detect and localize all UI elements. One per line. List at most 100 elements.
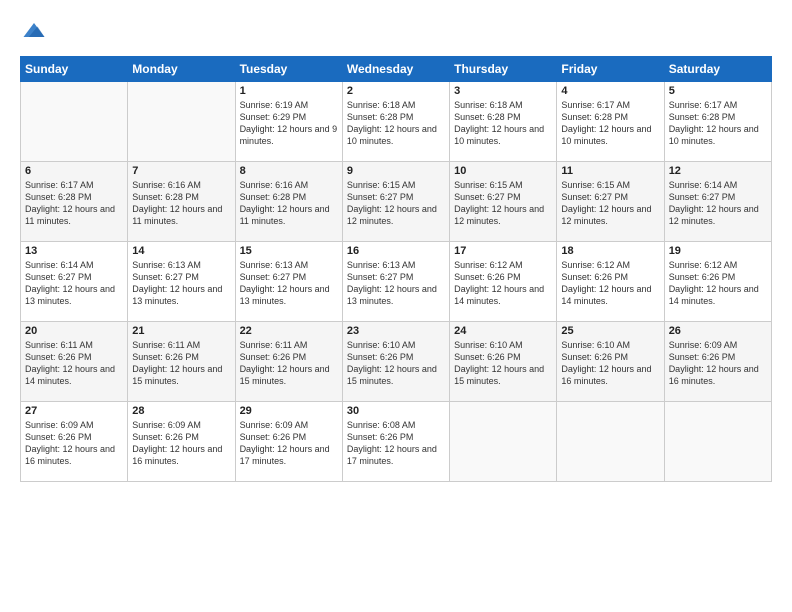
day-number: 19 bbox=[669, 245, 767, 257]
day-number: 15 bbox=[240, 245, 338, 257]
calendar-cell: 16 Sunrise: 6:13 AM Sunset: 6:27 PM Dayli… bbox=[342, 242, 449, 322]
calendar-cell: 29Sunrise: 6:09 AM Sunset: 6:26 PM Dayli… bbox=[235, 402, 342, 482]
day-number: 28 bbox=[132, 405, 230, 417]
day-info: Sunrise: 6:11 AM Sunset: 6:26 PM Dayligh… bbox=[25, 339, 123, 388]
weekday-header-friday: Friday bbox=[557, 57, 664, 82]
day-info: Sunrise: 6:11 AM Sunset: 6:26 PM Dayligh… bbox=[240, 339, 338, 388]
day-number: 26 bbox=[669, 325, 767, 337]
day-info: Sunrise: 6:17 AM Sunset: 6:28 PM Dayligh… bbox=[561, 99, 659, 148]
calendar-cell: 7 Sunrise: 6:16 AM Sunset: 6:28 PM Daylig… bbox=[128, 162, 235, 242]
calendar-cell: 9 Sunrise: 6:15 AM Sunset: 6:27 PM Daylig… bbox=[342, 162, 449, 242]
calendar-cell: 24 Sunrise: 6:10 AM Sunset: 6:26 PM Dayli… bbox=[450, 322, 557, 402]
day-number: 10 bbox=[454, 165, 552, 177]
calendar-cell: 19 Sunrise: 6:12 AM Sunset: 6:26 PM Dayli… bbox=[664, 242, 771, 322]
week-row-3: 13 Sunrise: 6:14 AM Sunset: 6:27 PM Dayli… bbox=[21, 242, 772, 322]
calendar-cell: 5Sunrise: 6:17 AM Sunset: 6:28 PM Daylig… bbox=[664, 82, 771, 162]
day-info: Sunrise: 6:13 AM Sunset: 6:27 PM Dayligh… bbox=[347, 259, 445, 308]
day-number: 17 bbox=[454, 245, 552, 257]
calendar-cell: 3Sunrise: 6:18 AM Sunset: 6:28 PM Daylig… bbox=[450, 82, 557, 162]
day-number: 16 bbox=[347, 245, 445, 257]
day-number: 3 bbox=[454, 85, 552, 97]
calendar-cell: 25 Sunrise: 6:10 AM Sunset: 6:26 PM Dayli… bbox=[557, 322, 664, 402]
day-info: Sunrise: 6:13 AM Sunset: 6:27 PM Dayligh… bbox=[240, 259, 338, 308]
day-info: Sunrise: 6:09 AM Sunset: 6:26 PM Dayligh… bbox=[25, 419, 123, 468]
day-number: 6 bbox=[25, 165, 123, 177]
calendar-cell: 12Sunrise: 6:14 AM Sunset: 6:27 PM Dayli… bbox=[664, 162, 771, 242]
page: SundayMondayTuesdayWednesdayThursdayFrid… bbox=[0, 0, 792, 612]
day-number: 14 bbox=[132, 245, 230, 257]
day-info: Sunrise: 6:14 AM Sunset: 6:27 PM Dayligh… bbox=[25, 259, 123, 308]
day-info: Sunrise: 6:17 AM Sunset: 6:28 PM Dayligh… bbox=[25, 179, 123, 228]
day-number: 8 bbox=[240, 165, 338, 177]
calendar-cell bbox=[128, 82, 235, 162]
day-number: 23 bbox=[347, 325, 445, 337]
calendar-cell bbox=[450, 402, 557, 482]
day-info: Sunrise: 6:18 AM Sunset: 6:28 PM Dayligh… bbox=[347, 99, 445, 148]
calendar-cell: 4 Sunrise: 6:17 AM Sunset: 6:28 PM Daylig… bbox=[557, 82, 664, 162]
day-number: 7 bbox=[132, 165, 230, 177]
day-number: 30 bbox=[347, 405, 445, 417]
day-info: Sunrise: 6:12 AM Sunset: 6:26 PM Dayligh… bbox=[669, 259, 767, 308]
calendar-cell bbox=[21, 82, 128, 162]
weekday-header-row: SundayMondayTuesdayWednesdayThursdayFrid… bbox=[21, 57, 772, 82]
day-number: 5 bbox=[669, 85, 767, 97]
calendar-cell: 18Sunrise: 6:12 AM Sunset: 6:26 PM Dayli… bbox=[557, 242, 664, 322]
calendar-cell: 27Sunrise: 6:09 AM Sunset: 6:26 PM Dayli… bbox=[21, 402, 128, 482]
day-info: Sunrise: 6:11 AM Sunset: 6:26 PM Dayligh… bbox=[132, 339, 230, 388]
calendar-cell: 14 Sunrise: 6:13 AM Sunset: 6:27 PM Dayli… bbox=[128, 242, 235, 322]
day-info: Sunrise: 6:12 AM Sunset: 6:26 PM Dayligh… bbox=[561, 259, 659, 308]
day-info: Sunrise: 6:10 AM Sunset: 6:26 PM Dayligh… bbox=[561, 339, 659, 388]
week-row-1: 1Sunrise: 6:19 AM Sunset: 6:29 PM Daylig… bbox=[21, 82, 772, 162]
calendar-cell: 15 Sunrise: 6:13 AM Sunset: 6:27 PM Dayli… bbox=[235, 242, 342, 322]
calendar-cell: 28 Sunrise: 6:09 AM Sunset: 6:26 PM Dayli… bbox=[128, 402, 235, 482]
calendar-cell: 13 Sunrise: 6:14 AM Sunset: 6:27 PM Dayli… bbox=[21, 242, 128, 322]
calendar-cell: 11Sunrise: 6:15 AM Sunset: 6:27 PM Dayli… bbox=[557, 162, 664, 242]
day-info: Sunrise: 6:09 AM Sunset: 6:26 PM Dayligh… bbox=[240, 419, 338, 468]
day-number: 24 bbox=[454, 325, 552, 337]
calendar-cell: 21 Sunrise: 6:11 AM Sunset: 6:26 PM Dayli… bbox=[128, 322, 235, 402]
day-info: Sunrise: 6:14 AM Sunset: 6:27 PM Dayligh… bbox=[669, 179, 767, 228]
calendar-cell: 6 Sunrise: 6:17 AM Sunset: 6:28 PM Daylig… bbox=[21, 162, 128, 242]
weekday-header-thursday: Thursday bbox=[450, 57, 557, 82]
day-info: Sunrise: 6:12 AM Sunset: 6:26 PM Dayligh… bbox=[454, 259, 552, 308]
day-info: Sunrise: 6:08 AM Sunset: 6:26 PM Dayligh… bbox=[347, 419, 445, 468]
weekday-header-tuesday: Tuesday bbox=[235, 57, 342, 82]
day-number: 11 bbox=[561, 165, 659, 177]
day-number: 4 bbox=[561, 85, 659, 97]
calendar-cell: 22Sunrise: 6:11 AM Sunset: 6:26 PM Dayli… bbox=[235, 322, 342, 402]
calendar-cell: 30 Sunrise: 6:08 AM Sunset: 6:26 PM Dayli… bbox=[342, 402, 449, 482]
header bbox=[20, 16, 772, 46]
calendar-cell: 20 Sunrise: 6:11 AM Sunset: 6:26 PM Dayli… bbox=[21, 322, 128, 402]
calendar-cell: 10 Sunrise: 6:15 AM Sunset: 6:27 PM Dayli… bbox=[450, 162, 557, 242]
calendar-cell: 1Sunrise: 6:19 AM Sunset: 6:29 PM Daylig… bbox=[235, 82, 342, 162]
day-number: 9 bbox=[347, 165, 445, 177]
day-info: Sunrise: 6:09 AM Sunset: 6:26 PM Dayligh… bbox=[669, 339, 767, 388]
day-info: Sunrise: 6:13 AM Sunset: 6:27 PM Dayligh… bbox=[132, 259, 230, 308]
week-row-4: 20 Sunrise: 6:11 AM Sunset: 6:26 PM Dayli… bbox=[21, 322, 772, 402]
day-info: Sunrise: 6:15 AM Sunset: 6:27 PM Dayligh… bbox=[454, 179, 552, 228]
day-number: 1 bbox=[240, 85, 338, 97]
calendar-table: SundayMondayTuesdayWednesdayThursdayFrid… bbox=[20, 56, 772, 482]
day-info: Sunrise: 6:10 AM Sunset: 6:26 PM Dayligh… bbox=[454, 339, 552, 388]
day-number: 21 bbox=[132, 325, 230, 337]
calendar-cell: 23Sunrise: 6:10 AM Sunset: 6:26 PM Dayli… bbox=[342, 322, 449, 402]
day-info: Sunrise: 6:09 AM Sunset: 6:26 PM Dayligh… bbox=[132, 419, 230, 468]
calendar-cell bbox=[557, 402, 664, 482]
calendar-cell: 26 Sunrise: 6:09 AM Sunset: 6:26 PM Dayli… bbox=[664, 322, 771, 402]
week-row-5: 27Sunrise: 6:09 AM Sunset: 6:26 PM Dayli… bbox=[21, 402, 772, 482]
day-number: 25 bbox=[561, 325, 659, 337]
calendar-cell: 17 Sunrise: 6:12 AM Sunset: 6:26 PM Dayli… bbox=[450, 242, 557, 322]
logo-icon bbox=[20, 16, 48, 44]
day-number: 13 bbox=[25, 245, 123, 257]
weekday-header-wednesday: Wednesday bbox=[342, 57, 449, 82]
day-info: Sunrise: 6:15 AM Sunset: 6:27 PM Dayligh… bbox=[347, 179, 445, 228]
day-info: Sunrise: 6:16 AM Sunset: 6:28 PM Dayligh… bbox=[132, 179, 230, 228]
day-info: Sunrise: 6:16 AM Sunset: 6:28 PM Dayligh… bbox=[240, 179, 338, 228]
weekday-header-sunday: Sunday bbox=[21, 57, 128, 82]
day-number: 2 bbox=[347, 85, 445, 97]
day-number: 20 bbox=[25, 325, 123, 337]
calendar-cell: 2 Sunrise: 6:18 AM Sunset: 6:28 PM Daylig… bbox=[342, 82, 449, 162]
calendar-cell: 8 Sunrise: 6:16 AM Sunset: 6:28 PM Daylig… bbox=[235, 162, 342, 242]
weekday-header-monday: Monday bbox=[128, 57, 235, 82]
weekday-header-saturday: Saturday bbox=[664, 57, 771, 82]
